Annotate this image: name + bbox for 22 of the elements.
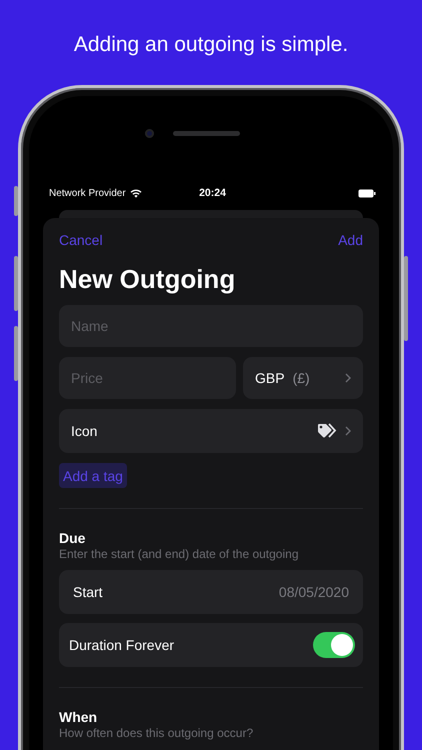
chevron-icon bbox=[345, 373, 351, 383]
icon-picker[interactable]: Icon bbox=[59, 409, 363, 453]
tags-icon bbox=[318, 422, 339, 440]
chevron-icon bbox=[345, 426, 351, 436]
date-row[interactable]: Start 08/05/2020 bbox=[59, 570, 363, 614]
speaker-icon bbox=[173, 131, 240, 136]
status-time: 20:24 bbox=[199, 187, 226, 199]
wifi-icon bbox=[130, 188, 142, 198]
headline: Adding an outgoing is simple. bbox=[72, 32, 350, 58]
camera-icon bbox=[145, 129, 154, 138]
carrier-name: Network Provider bbox=[49, 188, 126, 198]
page-title: New Outgoing bbox=[59, 263, 236, 295]
setting-label: Duration Forever bbox=[69, 637, 174, 653]
price-field[interactable]: Price bbox=[59, 357, 236, 399]
name-field[interactable]: Name bbox=[59, 305, 363, 347]
section-title: Due bbox=[59, 530, 86, 547]
section-subtitle: How often does this outgoing occur? bbox=[59, 726, 254, 741]
section-title: When bbox=[59, 709, 98, 726]
toggle-switch[interactable] bbox=[313, 632, 355, 658]
currency-picker[interactable]: GBP (£) bbox=[243, 357, 363, 399]
section-subtitle: Enter the start (and end) date of the outgoing bbox=[59, 547, 300, 562]
battery-icon bbox=[358, 188, 376, 198]
